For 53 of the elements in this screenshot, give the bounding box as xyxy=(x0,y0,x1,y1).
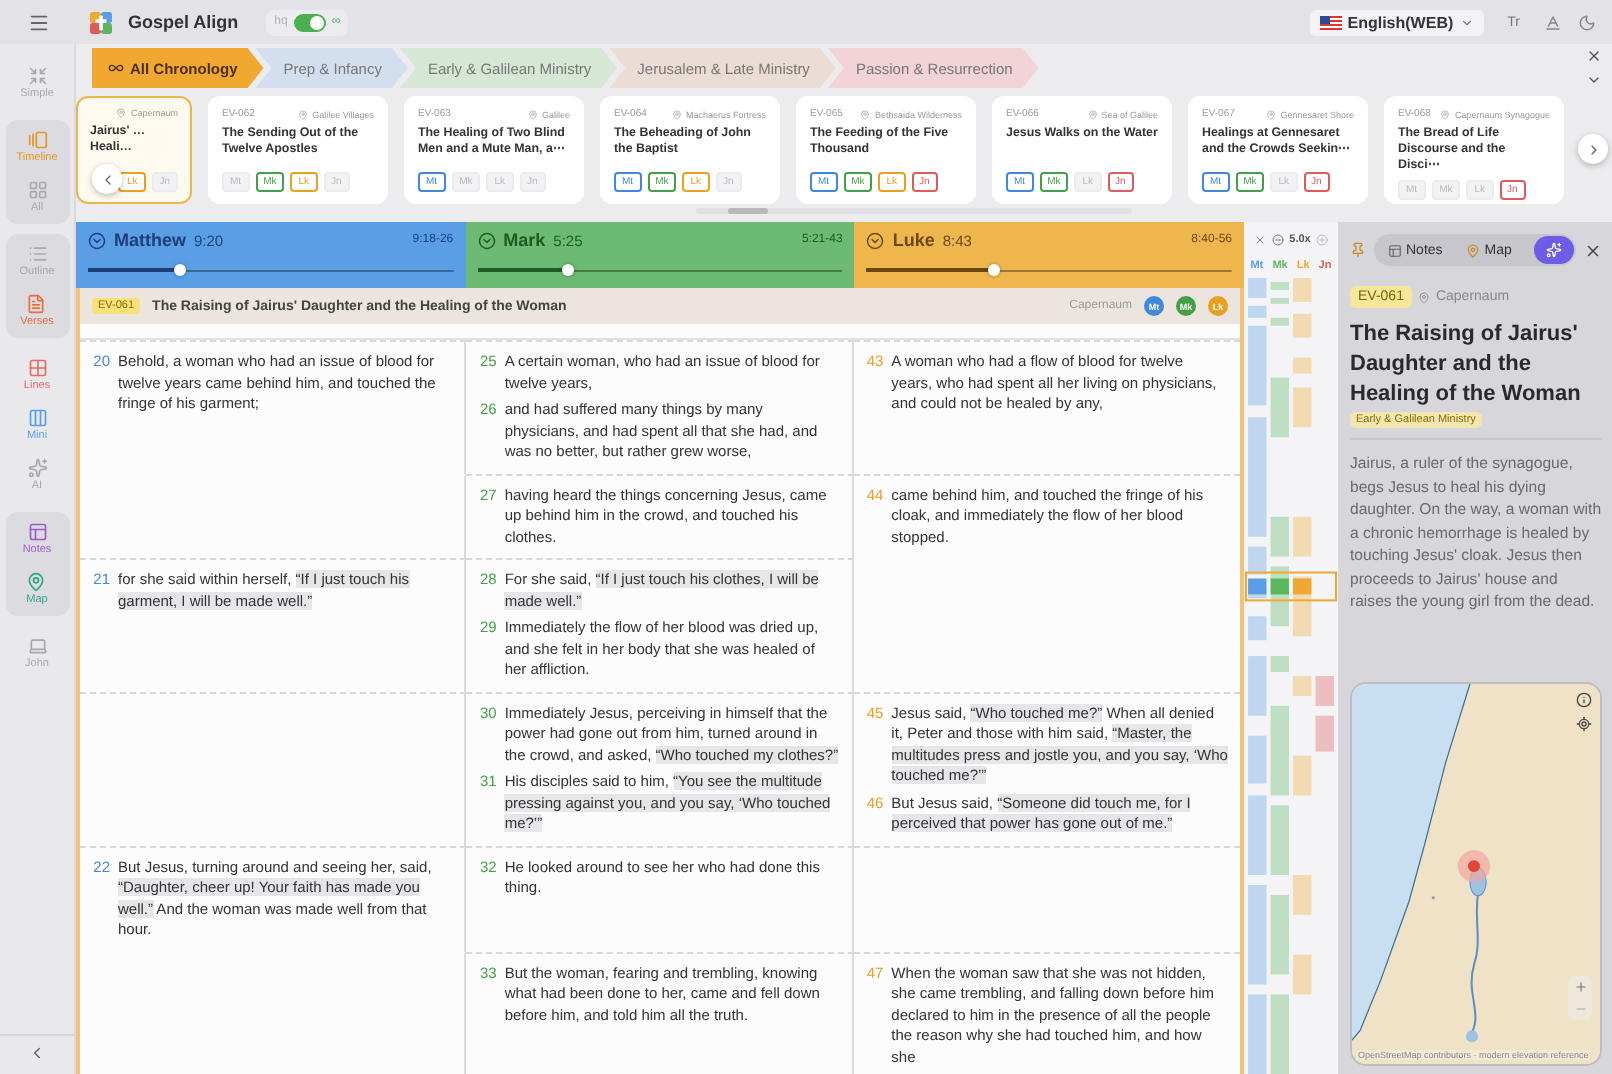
close-icon[interactable] xyxy=(1253,234,1266,246)
pin-icon xyxy=(1266,109,1277,119)
toggle-switch[interactable] xyxy=(293,13,326,31)
collapse-icon[interactable] xyxy=(28,1044,46,1062)
laptop-icon xyxy=(27,636,47,656)
moon-icon[interactable] xyxy=(1578,13,1596,31)
pin-icon xyxy=(1087,109,1098,119)
table-icon xyxy=(27,358,47,378)
slider-thumb[interactable] xyxy=(173,264,186,276)
locate-icon[interactable] xyxy=(1576,716,1592,732)
chevron-circle-icon[interactable] xyxy=(866,231,885,249)
grid-icon xyxy=(27,180,47,200)
sparkle-icon xyxy=(27,458,47,478)
chevron-circle-icon[interactable] xyxy=(477,231,496,249)
close-icon[interactable] xyxy=(1584,241,1602,259)
panel-icon xyxy=(27,522,47,542)
close-icon[interactable] xyxy=(1586,48,1602,64)
map-pin-icon xyxy=(26,572,47,592)
chevron-down-icon[interactable] xyxy=(1586,72,1602,88)
caret-icon xyxy=(1459,15,1474,29)
sparkle-icon xyxy=(1546,242,1562,258)
infinity-icon xyxy=(108,60,124,76)
map-pin-icon xyxy=(1466,243,1481,257)
zoom-in-icon[interactable] xyxy=(1573,980,1587,994)
pin-icon xyxy=(671,109,682,119)
pin-icon xyxy=(116,108,127,118)
info-icon[interactable] xyxy=(1576,692,1592,708)
logo-icon xyxy=(90,11,112,33)
slider-thumb[interactable] xyxy=(562,264,575,276)
pin-icon xyxy=(527,109,538,119)
menu-icon[interactable] xyxy=(28,11,50,33)
film-strip-icon xyxy=(27,130,47,150)
flag-icon xyxy=(1319,15,1342,29)
gospel-name: Matthew xyxy=(114,230,186,250)
notes-icon xyxy=(1388,243,1402,257)
pin-icon xyxy=(1417,291,1430,303)
gospel-name: Luke xyxy=(892,230,935,250)
app-title: Gospel Align xyxy=(128,12,239,32)
zoom-out-icon[interactable] xyxy=(1271,234,1284,246)
language-select[interactable]: English(WEB) xyxy=(1309,9,1484,35)
document-icon xyxy=(26,294,47,314)
columns-icon xyxy=(27,408,47,428)
slider-thumb[interactable] xyxy=(988,264,1001,276)
shrink-icon xyxy=(27,66,47,86)
chevron-circle-icon[interactable] xyxy=(88,231,106,249)
pin-icon xyxy=(298,109,309,119)
pin-icon[interactable] xyxy=(1350,242,1366,258)
pin-icon xyxy=(1440,109,1451,119)
ai-button[interactable] xyxy=(1534,236,1574,264)
gospel-name: Mark xyxy=(503,230,546,250)
pin-icon xyxy=(860,109,871,119)
text-color-icon[interactable] xyxy=(1544,13,1562,31)
event-title: The Raising of Jairus' Daughter and the Healing of the Woman xyxy=(1350,322,1581,406)
